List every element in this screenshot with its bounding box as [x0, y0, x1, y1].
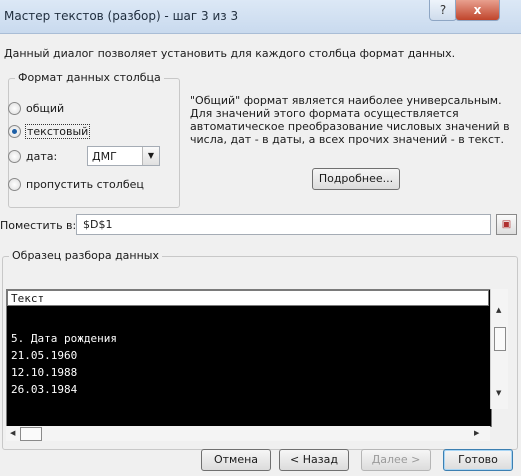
close-button[interactable]: x	[455, 0, 500, 21]
finish-button[interactable]: Готово	[443, 449, 513, 471]
data-preview[interactable]: Текст 5. Дата рождения 21.05.1960 12.10.19…	[6, 289, 492, 427]
radio-general-indicator	[8, 101, 21, 115]
preview-column-header[interactable]: Текст	[7, 290, 489, 306]
radio-skip-indicator	[8, 177, 21, 191]
dialog-description: Данный диалог позволяет установить для к…	[4, 47, 456, 60]
preview-lines: 5. Дата рождения 21.05.1960 12.10.1988 26.0…	[11, 330, 117, 398]
preview-group-title: Образец разбора данных	[9, 249, 162, 262]
collapse-dialog-icon[interactable]: ▣	[496, 214, 517, 235]
back-button[interactable]: < Назад	[279, 449, 349, 471]
destination-value: $D$1	[83, 218, 113, 231]
preview-line: 26.03.1984	[11, 383, 78, 396]
radio-text-indicator	[8, 124, 21, 138]
preview-horizontal-scrollbar[interactable]: ◀ ▶	[6, 426, 490, 441]
radio-text[interactable]: текстовый	[8, 123, 91, 139]
format-info-text: "Общий" формат является наиболее универс…	[190, 94, 510, 146]
radio-general-label: общий	[26, 101, 65, 115]
next-button[interactable]: Далее >	[361, 449, 431, 471]
scroll-down-icon[interactable]: ▼	[496, 389, 501, 397]
scroll-right-icon[interactable]: ▶	[474, 429, 479, 437]
radio-date-indicator	[8, 149, 21, 163]
preview-line: 12.10.1988	[11, 366, 78, 379]
date-format-value: ДМГ	[92, 150, 117, 163]
help-button[interactable]: ?	[429, 0, 457, 21]
destination-label: Поместить в:	[0, 219, 77, 232]
cancel-button[interactable]: Отмена	[201, 449, 271, 471]
radio-text-label: текстовый	[24, 123, 91, 139]
destination-input[interactable]: $D$1	[76, 214, 491, 235]
radio-general[interactable]: общий	[8, 100, 64, 116]
column-format-group-title: Формат данных столбца	[15, 71, 164, 84]
vertical-scroll-thumb[interactable]	[494, 327, 506, 351]
scroll-up-icon[interactable]: ▲	[496, 306, 501, 314]
radio-date-label: дата:	[26, 149, 58, 163]
radio-date[interactable]: дата:	[8, 148, 57, 164]
window-title: Мастер текстов (разбор) - шаг 3 из 3	[4, 9, 239, 23]
preview-line: 5. Дата рождения	[11, 332, 117, 345]
title-bar: Мастер текстов (разбор) - шаг 3 из 3 ? x	[0, 0, 521, 34]
preview-vertical-scrollbar[interactable]: ▲ ▼	[490, 289, 508, 409]
horizontal-scroll-thumb[interactable]	[20, 427, 42, 441]
date-format-select[interactable]: ДМГ ▼	[87, 146, 160, 166]
preview-column-header-label: Текст	[11, 292, 45, 305]
dialog-body: Данный диалог позволяет установить для к…	[0, 34, 521, 476]
preview-line: 21.05.1960	[11, 349, 78, 362]
scroll-left-icon[interactable]: ◀	[10, 429, 15, 437]
radio-skip[interactable]: пропустить столбец	[8, 176, 144, 192]
chevron-down-icon[interactable]: ▼	[142, 147, 159, 165]
radio-skip-label: пропустить столбец	[26, 177, 144, 191]
details-button[interactable]: Подробнее...	[312, 168, 400, 190]
